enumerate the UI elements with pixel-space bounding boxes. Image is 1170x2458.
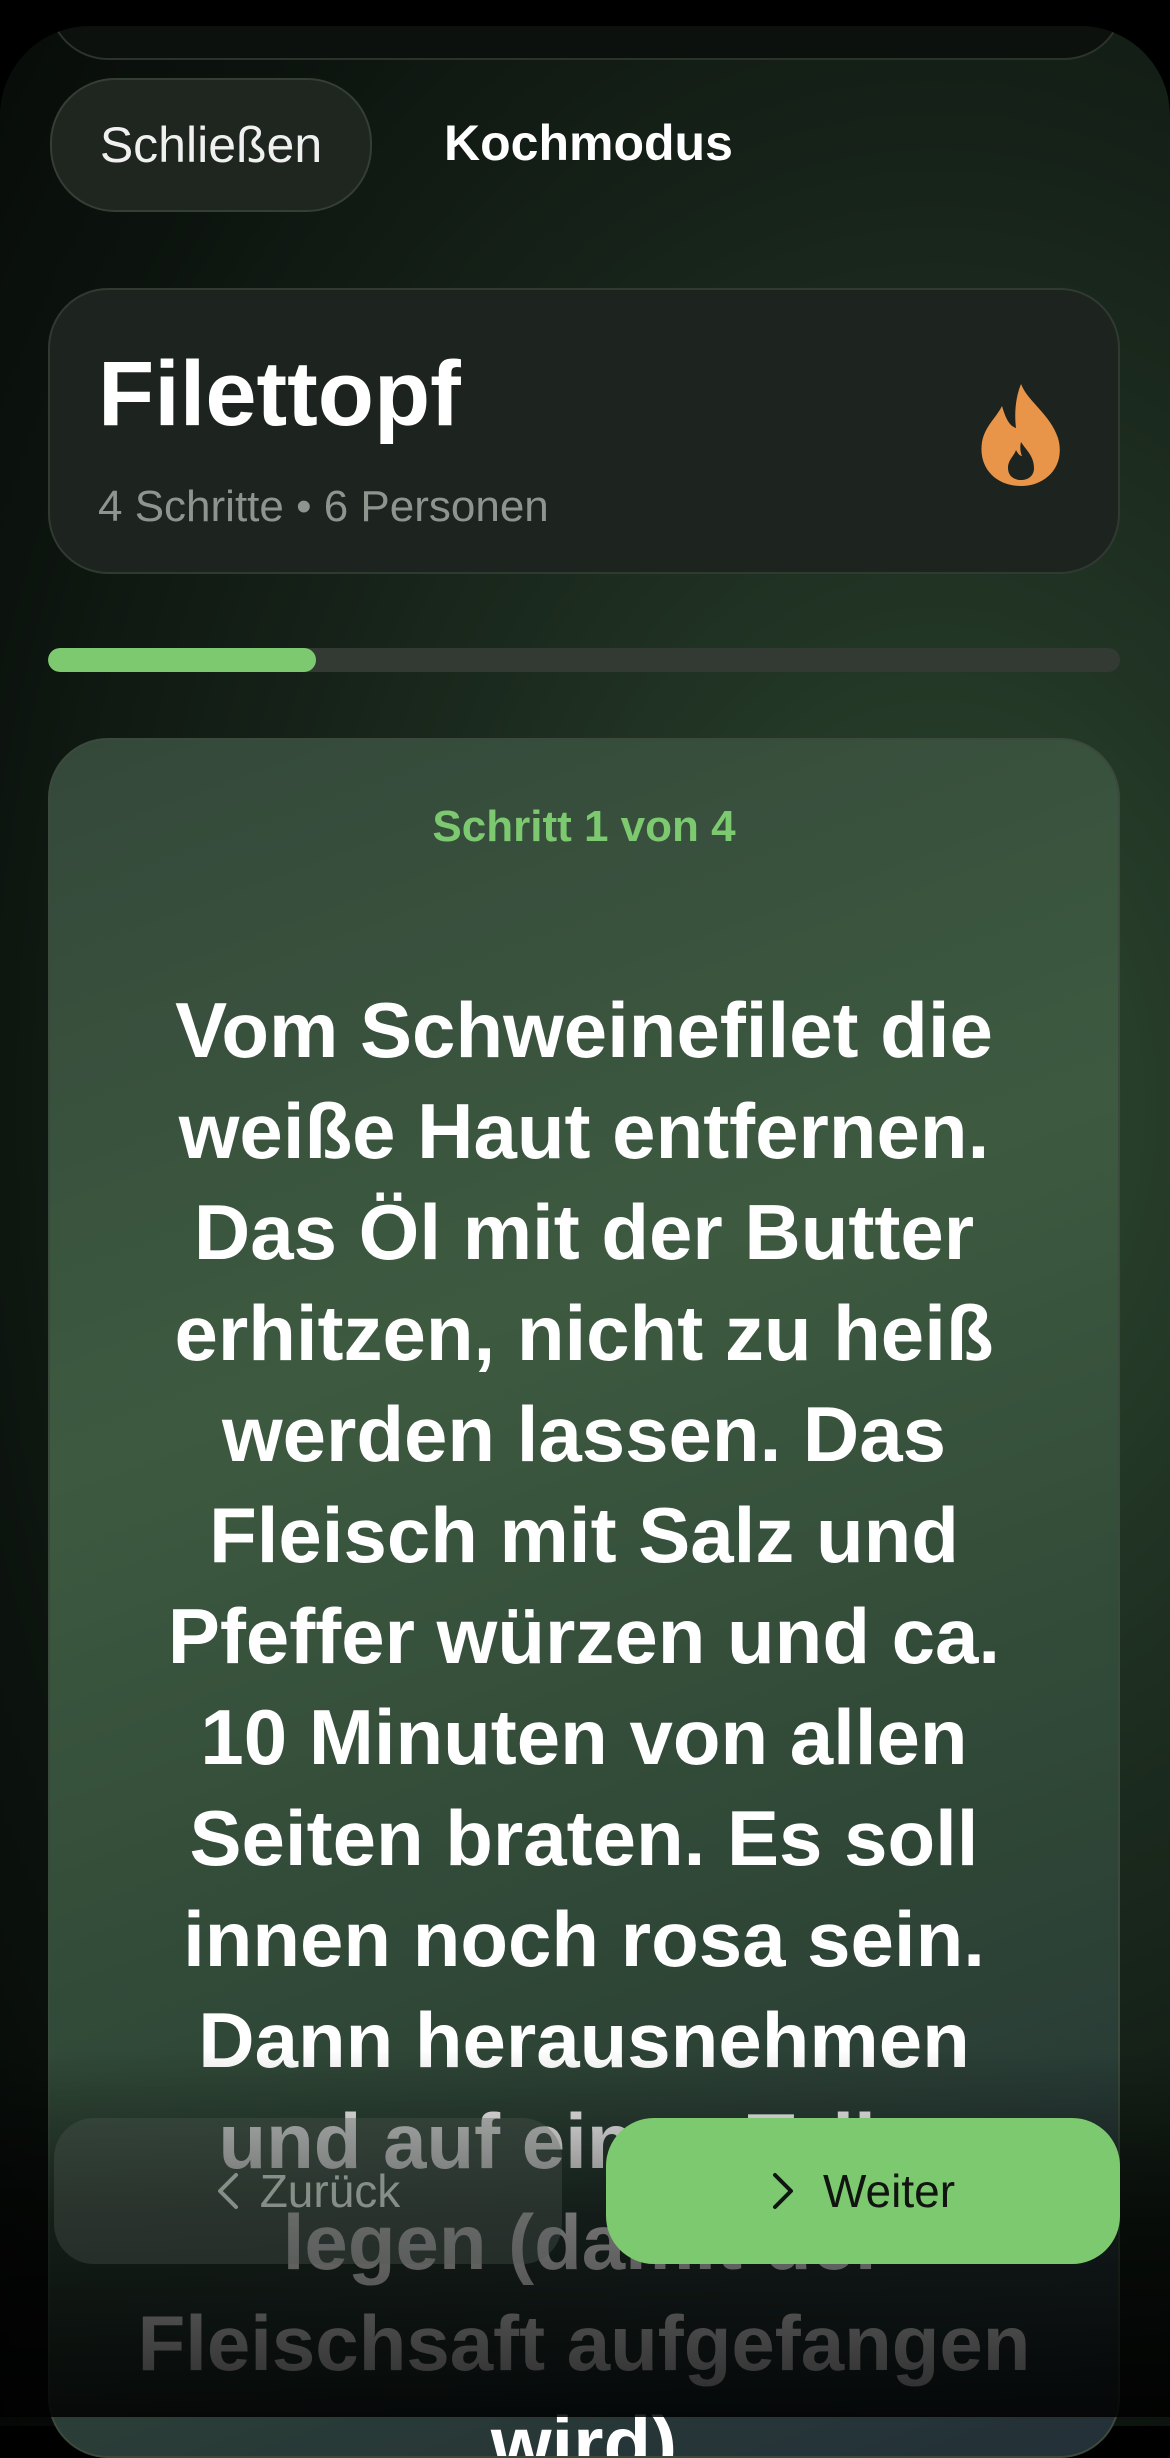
recipe-meta: 4 Schritte • 6 Personen — [98, 482, 549, 531]
chevron-right-icon — [772, 2173, 793, 2209]
flame-icon — [981, 384, 1060, 486]
background-card — [48, 26, 1124, 60]
recipe-card: Filettopf 4 Schritte • 6 Personen — [48, 288, 1120, 574]
progress-fill — [48, 648, 316, 672]
next-button[interactable]: Weiter — [606, 2118, 1120, 2264]
page-title: Kochmodus — [444, 115, 733, 171]
back-button-label: Zurück — [259, 2165, 401, 2217]
next-button-label: Weiter — [822, 2165, 956, 2217]
recipe-title: Filettopf — [98, 343, 461, 445]
close-button[interactable]: Schließen — [50, 78, 372, 212]
chevron-left-icon — [217, 2173, 238, 2209]
step-counter: Schritt 1 von 4 — [432, 802, 736, 851]
progress-bar — [48, 648, 1120, 672]
back-button[interactable]: Zurück — [54, 2118, 562, 2264]
